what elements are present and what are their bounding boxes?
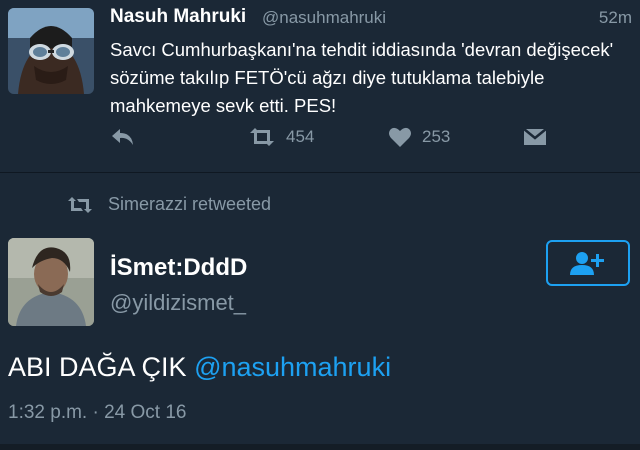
retweet-count: 454 — [286, 127, 315, 146]
retweeted-by-label: Simerazzi retweeted — [108, 194, 272, 214]
reply-icon — [112, 129, 133, 145]
author-name[interactable]: Nasuh Mahruki — [110, 6, 246, 28]
avatar-image — [8, 238, 94, 326]
author-handle[interactable]: @nasuhmahruki — [262, 8, 386, 28]
tweet-actions: 454 253 — [110, 126, 630, 156]
mention-link[interactable]: @nasuhmahruki — [194, 352, 391, 382]
reply-button[interactable] — [110, 126, 136, 148]
direct-message-button[interactable] — [522, 126, 548, 148]
avatar-nasuh-mahruki[interactable] — [8, 8, 94, 94]
like-button[interactable]: 253 — [388, 126, 450, 148]
author-handle[interactable]: @yildizismet_ — [110, 290, 246, 316]
bottom-divider — [0, 444, 640, 450]
tweet-timestamp[interactable]: 52m — [599, 8, 632, 28]
tweet-top[interactable]: Nasuh Mahruki @nasuhmahruki 52m Savcı Cu… — [0, 0, 640, 172]
retweet-button[interactable]: 454 — [248, 126, 314, 148]
avatar-ismet[interactable] — [8, 238, 94, 326]
like-count: 253 — [422, 127, 451, 146]
tweet-divider — [0, 172, 640, 173]
add-user-icon — [570, 252, 604, 275]
tweet-text: Savcı Cumhurbaşkanı'na tehdit iddiasında… — [110, 39, 614, 116]
author-name[interactable]: İSmet:DddD — [110, 254, 247, 282]
retweet-context[interactable]: Simerazzi retweeted — [66, 194, 271, 215]
avatar-image — [8, 8, 94, 94]
retweet-icon — [250, 128, 274, 146]
direct-message-icon — [523, 128, 547, 145]
tweet-text-plain: ABI DAĞA ÇIK — [8, 352, 195, 382]
tweet-text: ABI DAĞA ÇIK @nasuhmahruki — [8, 352, 391, 383]
tweet-datetime[interactable]: 1:32 p.m. · 24 Oct 16 — [8, 402, 186, 424]
follow-button[interactable] — [546, 240, 630, 286]
retweet-icon — [68, 196, 92, 213]
heart-icon — [389, 127, 411, 147]
